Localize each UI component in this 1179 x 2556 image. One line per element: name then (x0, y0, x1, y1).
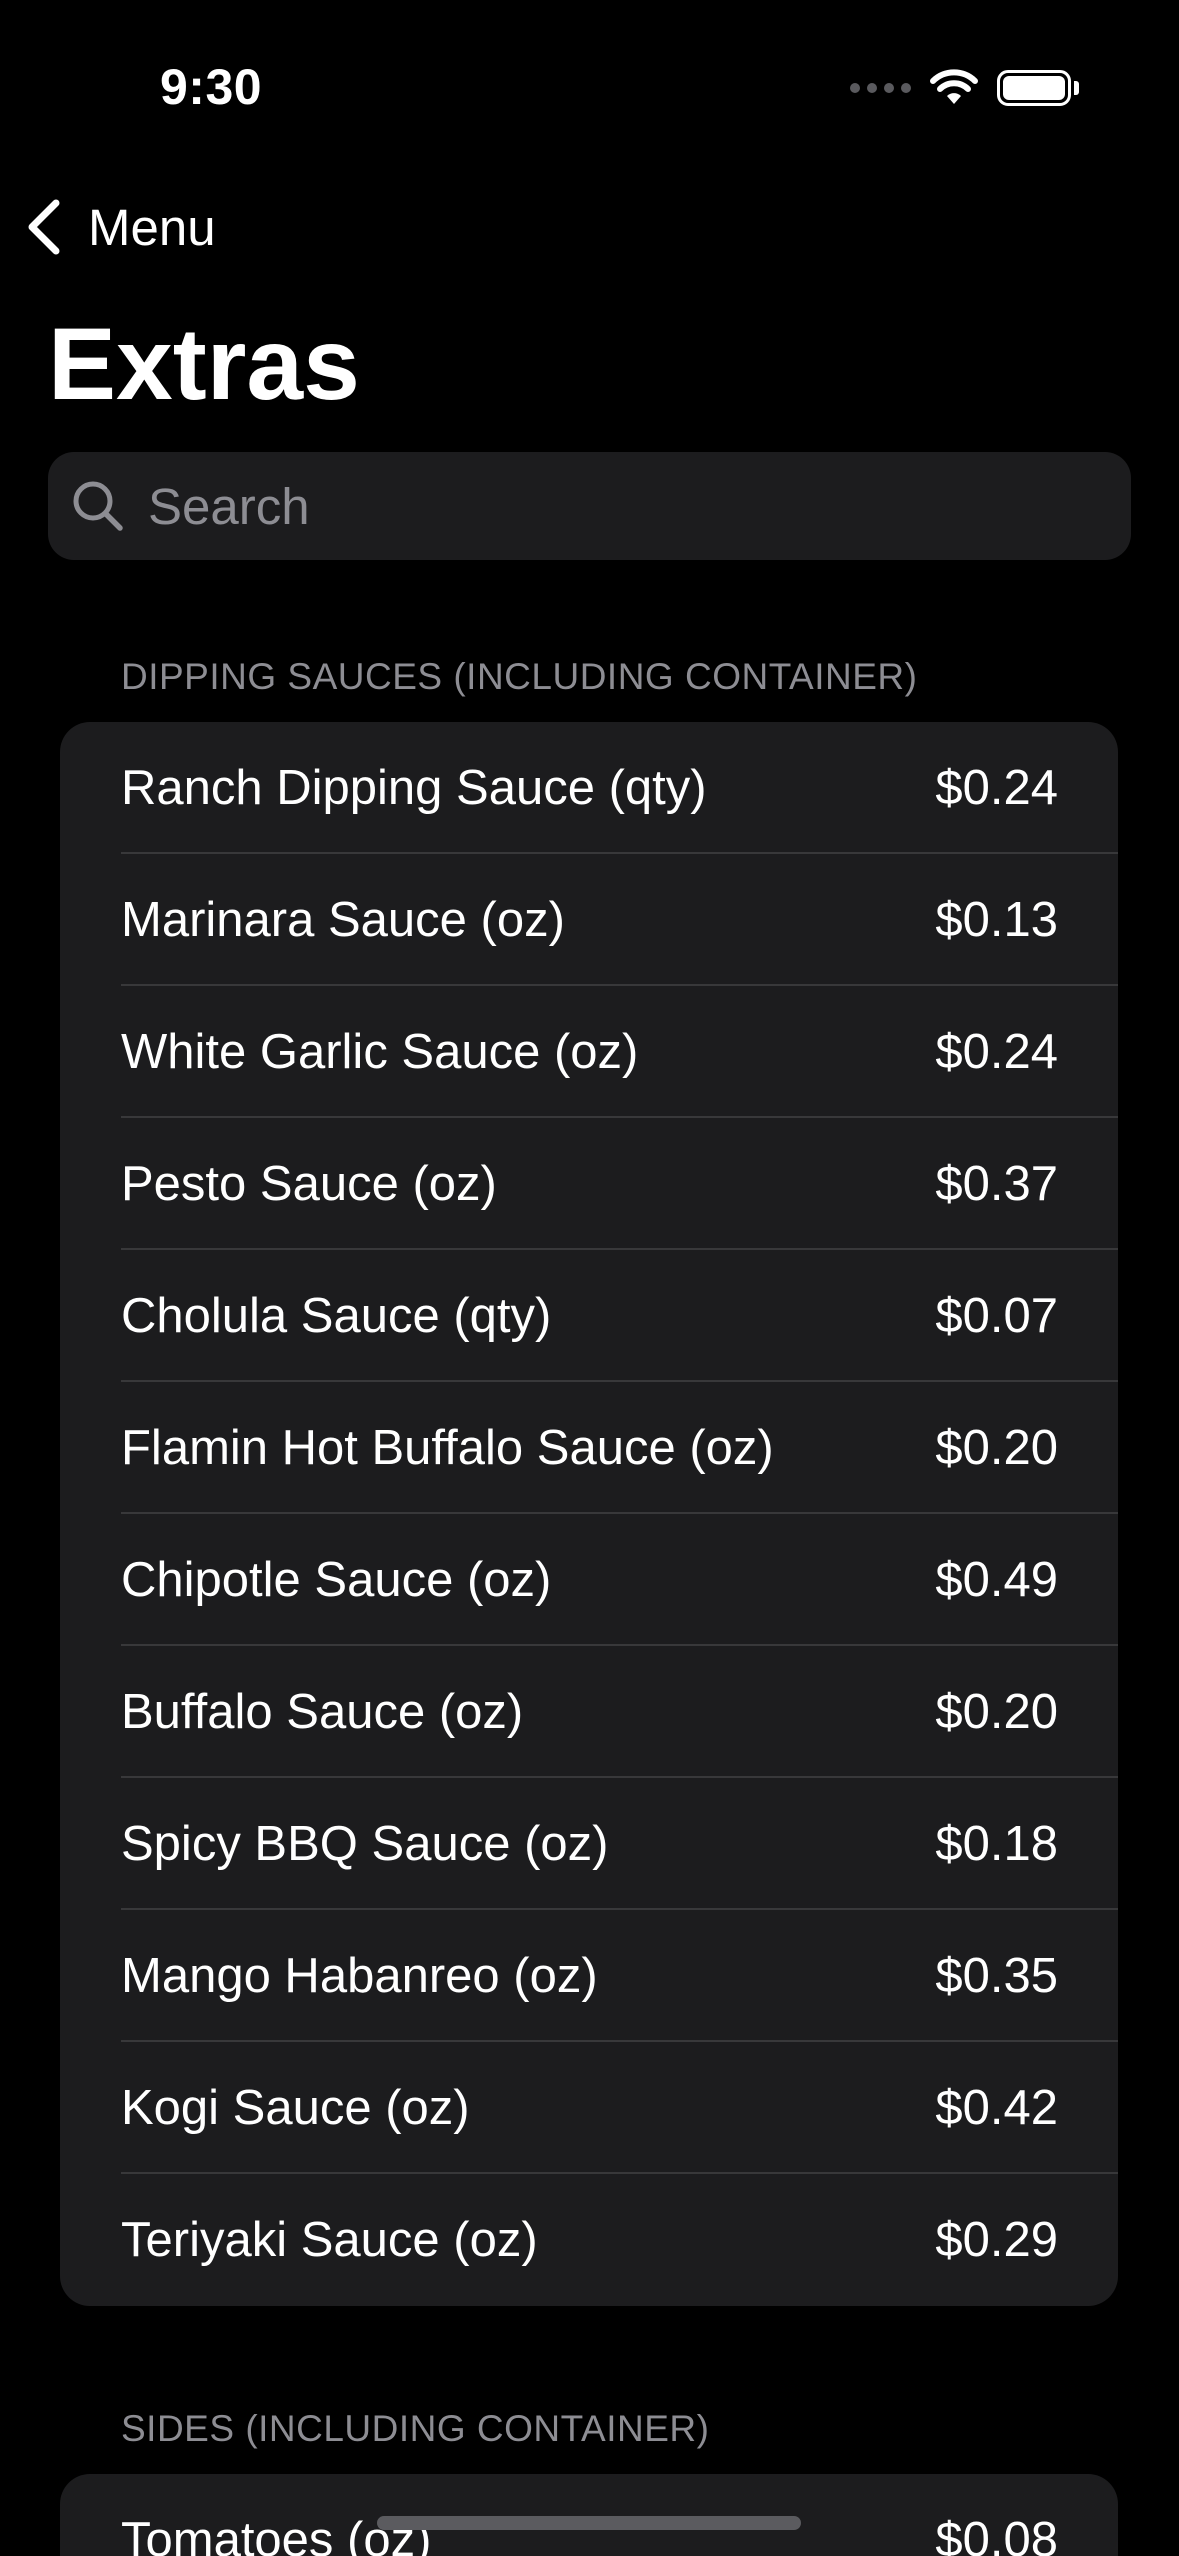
item-price: $0.08 (935, 2513, 1058, 2556)
item-price: $0.35 (935, 1949, 1058, 2003)
search-bar[interactable] (48, 452, 1131, 560)
list-item[interactable]: Cholula Sauce (qty) $0.07 (60, 1250, 1118, 1382)
page-title: Extras (48, 307, 360, 421)
magnifying-glass-icon (73, 481, 123, 531)
item-label: White Garlic Sauce (oz) (121, 1025, 639, 1079)
list-item[interactable]: White Garlic Sauce (oz) $0.24 (60, 986, 1118, 1118)
item-price: $0.24 (935, 761, 1058, 815)
list-item[interactable]: Tomatoes (oz) $0.08 (60, 2474, 1118, 2556)
item-label: Buffalo Sauce (oz) (121, 1685, 524, 1739)
item-price: $0.20 (935, 1421, 1058, 1475)
item-price: $0.13 (935, 893, 1058, 947)
list-item[interactable]: Ranch Dipping Sauce (qty) $0.24 (60, 722, 1118, 854)
list-item[interactable]: Spicy BBQ Sauce (oz) $0.18 (60, 1778, 1118, 1910)
item-label: Teriyaki Sauce (oz) (121, 2213, 538, 2267)
cellular-signal-icon (850, 83, 911, 93)
section-header-dipping-sauces: DIPPING SAUCES (INCLUDING CONTAINER) (121, 656, 918, 697)
section-header-sides: SIDES (INCLUDING CONTAINER) (121, 2408, 710, 2449)
item-price: $0.49 (935, 1553, 1058, 1607)
list-item[interactable]: Flamin Hot Buffalo Sauce (oz) $0.20 (60, 1382, 1118, 1514)
item-label: Ranch Dipping Sauce (qty) (121, 761, 707, 815)
item-price: $0.18 (935, 1817, 1058, 1871)
item-price: $0.37 (935, 1157, 1058, 1211)
item-price: $0.20 (935, 1685, 1058, 1739)
home-indicator (377, 2516, 801, 2530)
item-label: Pesto Sauce (oz) (121, 1157, 497, 1211)
list-item[interactable]: Buffalo Sauce (oz) $0.20 (60, 1646, 1118, 1778)
back-button[interactable]: Menu (24, 195, 216, 259)
chevron-left-icon (28, 199, 60, 255)
item-label: Chipotle Sauce (oz) (121, 1553, 552, 1607)
list-item[interactable]: Marinara Sauce (oz) $0.13 (60, 854, 1118, 986)
item-label: Cholula Sauce (qty) (121, 1289, 552, 1343)
status-time: 9:30 (160, 59, 263, 115)
item-price: $0.24 (935, 1025, 1058, 1079)
list-item[interactable]: Teriyaki Sauce (oz) $0.29 (60, 2174, 1118, 2306)
wifi-icon (930, 69, 978, 104)
status-icons (850, 66, 1079, 110)
item-label: Spicy BBQ Sauce (oz) (121, 1817, 609, 1871)
item-price: $0.29 (935, 2213, 1058, 2267)
list-item[interactable]: Chipotle Sauce (oz) $0.49 (60, 1514, 1118, 1646)
item-label: Kogi Sauce (oz) (121, 2081, 470, 2135)
back-label: Menu (88, 198, 216, 256)
item-label: Flamin Hot Buffalo Sauce (oz) (121, 1421, 774, 1475)
list-item[interactable]: Kogi Sauce (oz) $0.42 (60, 2042, 1118, 2174)
item-label: Marinara Sauce (oz) (121, 893, 565, 947)
dipping-sauces-list: Ranch Dipping Sauce (qty) $0.24 Marinara… (60, 722, 1118, 2306)
item-price: $0.07 (935, 1289, 1058, 1343)
battery-icon (997, 70, 1079, 106)
item-price: $0.42 (935, 2081, 1058, 2135)
item-label: Mango Habanreo (oz) (121, 1949, 598, 2003)
list-item[interactable]: Mango Habanreo (oz) $0.35 (60, 1910, 1118, 2042)
list-item[interactable]: Pesto Sauce (oz) $0.37 (60, 1118, 1118, 1250)
sides-list: Tomatoes (oz) $0.08 (60, 2474, 1118, 2556)
search-input[interactable] (148, 476, 1048, 536)
